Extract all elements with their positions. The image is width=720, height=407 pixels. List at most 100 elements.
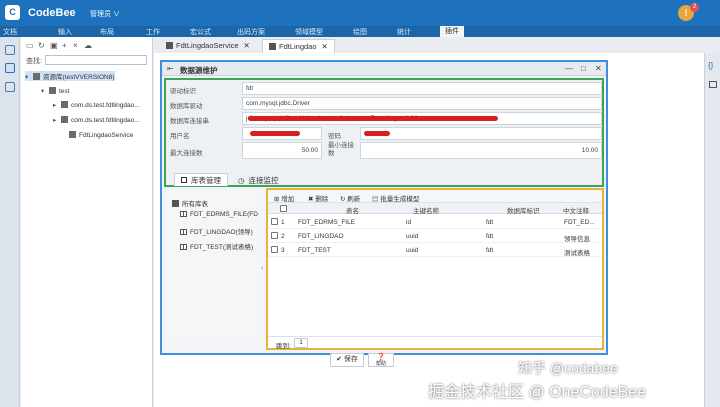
close-icon[interactable]: ✕ <box>595 64 602 73</box>
cell-primary-key: id <box>406 219 412 226</box>
menu-item[interactable]: 统计 <box>397 27 411 37</box>
min-conn-input[interactable]: 10.00 <box>360 142 602 159</box>
codebee-logo-icon: C <box>5 5 20 20</box>
col-db-id[interactable]: 数据库标识 <box>507 205 540 215</box>
plugin-icon[interactable] <box>5 63 15 73</box>
table-icon <box>181 177 187 183</box>
editor-tab[interactable]: FdtLingdaoService ✕ <box>160 39 256 53</box>
expand-arrow-icon[interactable]: ▸ <box>53 101 61 109</box>
add-button[interactable]: ⊞ 增加 <box>274 193 294 203</box>
save-button[interactable]: ✔ 保存 <box>330 353 364 367</box>
driver-id-input[interactable]: fdt <box>242 82 602 95</box>
cell-table-name: FDT_EDRMS_FILE <box>298 219 356 226</box>
table-grid-panel: ⊞ 增加 ✖ 删除 ↻ 刷新 ▤ 批量生成模型 表名 主键名称 数据库标识 中文… <box>266 188 604 350</box>
tree-node[interactable]: ▸ com.ds.test.fdtlingdao... <box>53 116 140 124</box>
table-row[interactable]: 1 FDT_EDRMS_FILE id fdt FDT_ED... <box>268 215 602 229</box>
driver-row: 数据库驱动 com.mysql.jdbc.Driver <box>168 97 602 110</box>
refresh-label: 刷新 <box>347 196 361 203</box>
tab-table-management[interactable]: 库表管理 <box>174 173 228 186</box>
save-icon[interactable]: ▣ <box>50 41 58 50</box>
url-row: 数据库连接串 jdbc:mysql:// /?useUnicode=true&c… <box>168 112 602 125</box>
cell-primary-key: uuid <box>406 247 419 254</box>
help-button[interactable]: ❓ 帮助 <box>368 353 394 367</box>
cloud-icon[interactable]: ☁ <box>84 41 92 50</box>
database-icon[interactable] <box>5 45 15 55</box>
tree-node-label: test <box>59 88 70 95</box>
tab-connection-monitor[interactable]: ◷ 连接监控 <box>238 175 279 186</box>
row-index: 1 <box>281 219 285 226</box>
expand-arrow-icon[interactable]: ▾ <box>25 73 33 81</box>
file-icon <box>269 43 276 50</box>
tree-toolbar: ▭ ↻ ▣ + × ☁ <box>21 39 153 51</box>
splitter-handle[interactable]: ‹ <box>261 265 263 272</box>
menu-item[interactable]: 插件 <box>440 26 464 37</box>
select-all-checkbox[interactable] <box>280 205 287 212</box>
page-input[interactable]: 1 <box>294 338 308 348</box>
menu-item[interactable]: 布局 <box>100 27 114 37</box>
menu-item[interactable]: 工作 <box>146 27 160 37</box>
user-label: 用户名 <box>170 133 190 140</box>
panel-icon[interactable] <box>709 81 717 88</box>
col-primary-key[interactable]: 主键名称 <box>413 205 439 215</box>
list-root[interactable]: 所有库表 <box>172 198 208 208</box>
redaction-mark <box>364 131 390 136</box>
delete-icon[interactable]: × <box>73 41 78 50</box>
list-item[interactable]: FDT_EDRMS_FILE(FD <box>180 211 258 218</box>
delete-button[interactable]: ✖ 删除 <box>308 193 328 203</box>
save-icon: ✔ <box>336 356 344 363</box>
add-icon[interactable]: + <box>62 41 67 50</box>
collapse-icon[interactable]: ▭ <box>26 41 34 50</box>
grid-icon <box>180 229 187 235</box>
search-input[interactable] <box>45 55 147 65</box>
braces-icon[interactable]: {} <box>708 61 713 70</box>
tree-node[interactable]: ▾ 资源库(testVVERSION8) <box>25 71 115 81</box>
menu-item[interactable]: 绘图 <box>353 27 367 37</box>
expand-arrow-icon[interactable]: ▾ <box>41 87 49 95</box>
menu-item[interactable]: 宏公式 <box>190 27 211 37</box>
close-tab-icon[interactable]: ✕ <box>322 42 328 51</box>
notification-count: 2 <box>690 3 699 12</box>
max-conn-input[interactable]: 50.00 <box>242 142 322 159</box>
menu-item[interactable]: 输入 <box>58 27 72 37</box>
password-input[interactable] <box>360 127 602 140</box>
editor-tabs: FdtLingdaoService ✕ FdtLingdao ✕ <box>154 37 720 53</box>
tab-label: 连接监控 <box>248 176 279 185</box>
table-row[interactable]: 2 FDT_LINGDAO uuid fdt 领导信息 <box>268 229 602 243</box>
min-conn-label: 最小连接数 <box>328 142 354 157</box>
tree-node-label: com.ds.test.fdtlingdao... <box>71 117 140 124</box>
user-menu[interactable]: 管理员 ∨ <box>90 9 120 19</box>
menu-item[interactable]: 出码方案 <box>237 27 265 37</box>
tree-node-icon <box>33 73 40 80</box>
tree-node[interactable]: ▸ com.ds.test.fdtlingdao... <box>53 101 140 109</box>
dialog-menu-icon[interactable]: ⇤ <box>167 64 174 73</box>
close-tab-icon[interactable]: ✕ <box>244 41 250 50</box>
row-checkbox[interactable] <box>271 246 278 253</box>
batch-generate-button[interactable]: ▤ 批量生成模型 <box>372 193 419 203</box>
cell-db-id: fdt <box>486 219 494 226</box>
window-icon[interactable] <box>5 82 15 92</box>
refresh-icon[interactable]: ↻ <box>38 41 45 50</box>
driver-input[interactable]: com.mysql.jdbc.Driver <box>242 97 602 110</box>
list-item[interactable]: FDT_LINGDAO(领导) <box>180 226 253 236</box>
tree-node[interactable]: ▾ test <box>41 87 69 95</box>
refresh-button[interactable]: ↻ 刷新 <box>340 193 360 203</box>
table-row[interactable]: 3 FDT_TEST uuid fdt 测试表格 <box>268 243 602 257</box>
row-checkbox[interactable] <box>271 232 278 239</box>
app-name: CodeBee <box>28 7 76 19</box>
pager: 跳到: 1 <box>268 336 602 350</box>
datasource-form: 驱动标识 fdt 数据库驱动 com.mysql.jdbc.Driver 数据库… <box>164 78 604 187</box>
editor-tab[interactable]: FdtLingdao ✕ <box>262 39 335 53</box>
maximize-icon[interactable]: □ <box>581 64 586 73</box>
menu-item[interactable]: 领域模型 <box>295 27 323 37</box>
tree-node[interactable]: FdtLingdaoService <box>61 131 133 139</box>
menu-item[interactable]: 文档 <box>3 27 17 37</box>
expand-arrow-icon[interactable]: ▸ <box>53 116 61 124</box>
minimize-icon[interactable]: — <box>565 64 573 73</box>
table-header: 表名 主键名称 数据库标识 中文注释 <box>268 203 602 215</box>
row-checkbox[interactable] <box>271 218 278 225</box>
list-item-label: FDT_LINGDAO(领导) <box>190 229 253 236</box>
list-item[interactable]: FDT_TEST(测试表格) <box>180 241 253 251</box>
col-table-name[interactable]: 表名 <box>346 205 359 215</box>
table-list: 所有库表 FDT_EDRMS_FILE(FD FDT_LINGDAO(领导) F… <box>166 190 263 342</box>
col-comment[interactable]: 中文注释 <box>563 205 589 215</box>
